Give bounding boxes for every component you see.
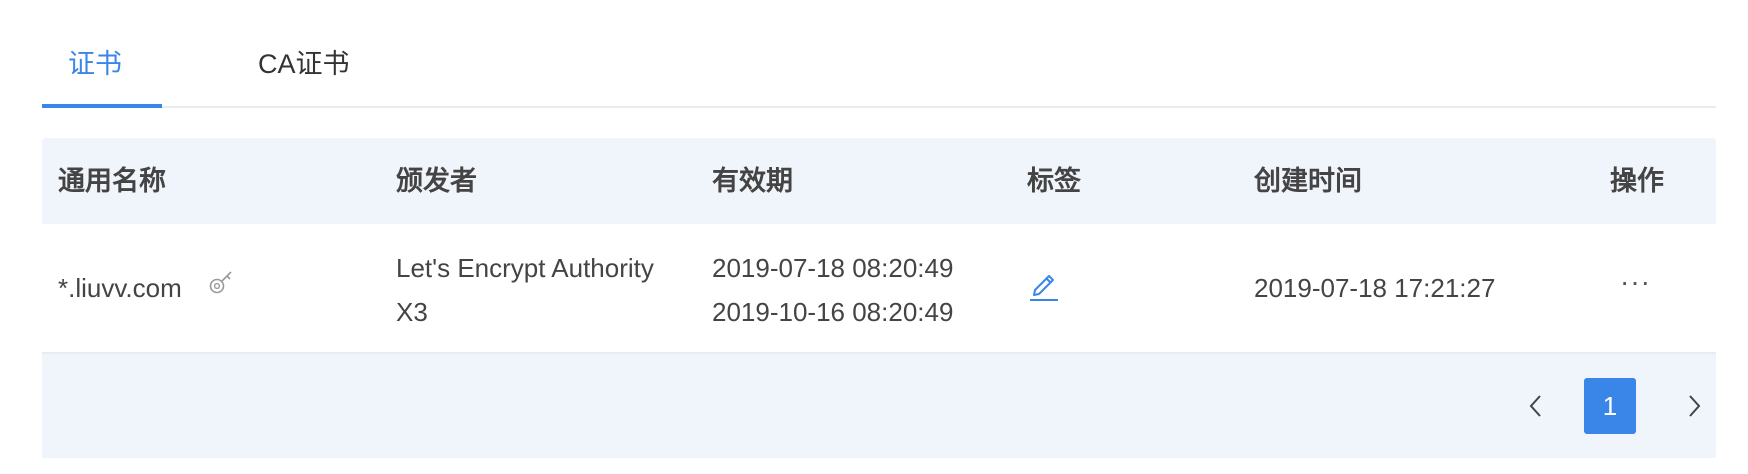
created-time-cell: 2019-07-18 17:21:27 — [1254, 273, 1496, 303]
more-actions-button[interactable]: ··· — [1620, 266, 1651, 298]
page-number-button[interactable]: 1 — [1584, 378, 1636, 434]
certificate-table: 通用名称 颁发者 有效期 标签 创建时间 操作 *.liuvv.com Let'… — [42, 138, 1716, 458]
table-header: 通用名称 颁发者 有效期 标签 创建时间 操作 — [42, 138, 1716, 224]
issuer-cell: Let's Encrypt Authority X3 — [396, 253, 654, 327]
valid-to-text: 2019-10-16 08:20:49 — [712, 297, 954, 327]
key-icon — [207, 269, 235, 305]
valid-from-text: 2019-07-18 08:20:49 — [712, 253, 954, 283]
common-name-text: *.liuvv.com — [58, 273, 182, 303]
active-tab-indicator — [42, 104, 162, 108]
chevron-right-icon — [1689, 395, 1701, 417]
tab-ca-certificates-label: CA证书 — [258, 49, 350, 79]
tab-certificates[interactable]: 证书 — [68, 44, 122, 84]
next-page-button[interactable] — [1668, 379, 1720, 433]
tab-bar: 证书 CA证书 — [42, 0, 1716, 108]
column-header-actions: 操作 — [1610, 166, 1664, 196]
tab-certificates-label: 证书 — [68, 49, 122, 79]
column-header-common-name: 通用名称 — [58, 166, 166, 196]
column-header-issuer: 颁发者 — [396, 166, 477, 196]
column-header-validity: 有效期 — [712, 166, 793, 196]
table-row: *.liuvv.com Let's Encrypt Authority X3 2… — [42, 224, 1716, 354]
column-header-tags: 标签 — [1027, 166, 1081, 196]
edit-tag-button[interactable] — [1027, 268, 1067, 308]
chevron-left-icon — [1529, 395, 1541, 417]
prev-page-button[interactable] — [1510, 379, 1562, 433]
certificate-page: 证书 CA证书 通用名称 颁发者 有效期 标签 创建时间 操作 *.liuvv.… — [0, 0, 1748, 474]
common-name-cell: *.liuvv.com — [58, 271, 235, 305]
validity-cell: 2019-07-18 08:20:49 2019-10-16 08:20:49 — [712, 246, 953, 334]
edit-pencil-icon — [1030, 275, 1058, 301]
pagination: 1 — [42, 354, 1716, 458]
tab-ca-certificates[interactable]: CA证书 — [258, 44, 350, 84]
column-header-created-time: 创建时间 — [1254, 166, 1362, 196]
